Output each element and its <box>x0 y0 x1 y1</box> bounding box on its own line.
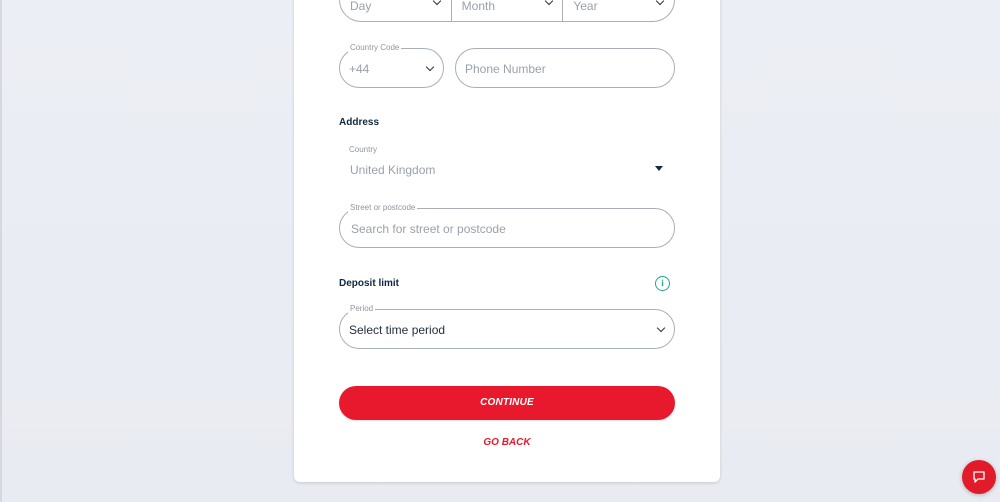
deposit-limit-heading: Deposit limit <box>339 278 400 289</box>
chat-icon <box>973 471 985 483</box>
dob-day-select[interactable]: Day <box>340 0 451 21</box>
info-icon[interactable]: i <box>655 276 670 291</box>
period-select[interactable]: Period Select time period <box>339 303 675 349</box>
date-of-birth-group: Day Month Year <box>339 0 675 22</box>
caret-down-icon <box>655 166 663 171</box>
phone-number-placeholder: Phone Number <box>465 62 546 76</box>
street-postcode-placeholder: Search for street or postcode <box>351 222 506 236</box>
period-value: Select time period <box>349 323 446 337</box>
street-postcode-field[interactable]: Street or postcode Search for street or … <box>339 202 675 248</box>
continue-button[interactable]: CONTINUE <box>339 386 675 420</box>
country-code-value: +44 <box>349 62 370 76</box>
chevron-down-icon <box>425 62 435 72</box>
go-back-link[interactable]: GO BACK <box>339 436 675 450</box>
dob-year-select[interactable]: Year <box>562 0 674 21</box>
dob-month-select[interactable]: Month <box>450 0 563 21</box>
chevron-down-icon <box>656 323 666 333</box>
country-select[interactable]: Country United Kingdom <box>339 142 675 186</box>
chat-button[interactable] <box>962 460 996 494</box>
country-value: United Kingdom <box>350 163 436 177</box>
address-heading: Address <box>339 117 380 128</box>
chevron-down-icon <box>544 0 553 6</box>
phone-number-field[interactable]: Phone Number <box>455 48 675 88</box>
country-code-select[interactable]: Country Code +44 <box>339 42 444 88</box>
chevron-down-icon <box>432 0 442 6</box>
chevron-down-icon <box>656 0 665 6</box>
period-label: Period <box>348 303 376 315</box>
dob-month-placeholder: Month <box>461 0 496 13</box>
dob-day-placeholder: Day <box>350 0 372 13</box>
street-postcode-label: Street or postcode <box>348 202 418 214</box>
country-code-label: Country Code <box>348 42 402 54</box>
left-edge-divider <box>0 0 2 502</box>
country-label: Country <box>349 145 378 154</box>
dob-year-placeholder: Year <box>573 0 598 13</box>
